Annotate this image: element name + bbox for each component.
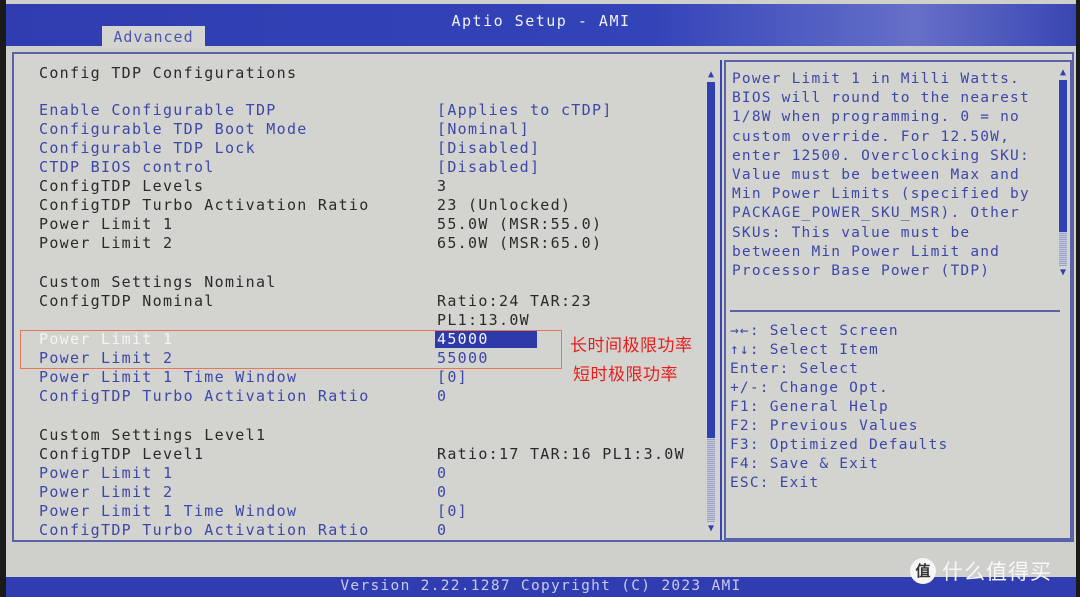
help-line: between Min Power Limit and (732, 243, 1001, 260)
scrollbar-track[interactable] (1059, 232, 1067, 266)
setting-value: 0 (437, 387, 448, 405)
scroll-down-icon[interactable]: ▼ (1058, 268, 1068, 278)
key-legend-item: +/-: Change Opt. (730, 380, 889, 396)
help-line: enter 12500. Overclocking SKU: (732, 147, 1030, 164)
help-line: Min Power Limits (specified by (732, 186, 1030, 203)
help-line: custom override. For 12.50W, (732, 128, 1011, 145)
scroll-up-icon[interactable]: ▲ (1058, 68, 1068, 78)
key-legend: →←: Select Screen ↑↓: Select Item Enter: S… (730, 322, 948, 493)
title-bar: Aptio Setup - AMI Advanced (6, 4, 1076, 48)
help-panel: Power Limit 1 in Milli Watts. BIOS will r… (724, 60, 1072, 540)
setting-value: [Disabled] (437, 158, 541, 176)
help-line: BIOS will round to the nearest (732, 90, 1030, 107)
help-scrollbar[interactable]: ▲ ▼ (1058, 68, 1068, 278)
setting-value: [Applies to cTDP] (437, 101, 613, 119)
help-line: PACKAGE_POWER_SKU_MSR). Other (732, 205, 1020, 222)
settings-scrollbar[interactable]: ▲ ▼ (706, 70, 716, 534)
scroll-down-icon[interactable]: ▼ (706, 524, 716, 534)
setting-value: 0 (437, 521, 448, 539)
setting-value: [0] (437, 368, 468, 386)
help-line: SKUs: This value must be (732, 224, 971, 241)
setting-value: 0 (437, 464, 448, 482)
key-legend-item: ↑↓: Select Item (730, 342, 879, 358)
key-legend-item: F2: Previous Values (730, 418, 919, 434)
help-separator (730, 310, 1060, 312)
key-legend-item: F1: General Help (730, 399, 889, 415)
key-legend-item: F3: Optimized Defaults (730, 437, 949, 453)
tab-advanced[interactable]: Advanced (102, 26, 205, 48)
settings-panel: Config TDP Configurations Enable Configu… (39, 64, 716, 539)
bios-screen: Aptio Setup - AMI Advanced Config TDP Co… (6, 0, 1076, 597)
main-frame: Config TDP Configurations Enable Configu… (12, 52, 1074, 542)
watermark: 值 什么值得买 (910, 556, 1052, 586)
help-line: Value must be between Max and (732, 167, 1020, 184)
help-line: Power Limit 1 in Milli Watts. (732, 71, 1020, 87)
scrollbar-thumb[interactable] (1059, 80, 1067, 232)
scrollbar-track[interactable] (707, 438, 715, 522)
annotation-pl2-note: 短时极限功率 (573, 365, 678, 385)
watermark-text: 什么值得买 (942, 560, 1052, 584)
key-legend-item: ESC: Exit (730, 475, 820, 491)
setting-value: [Disabled] (437, 139, 541, 157)
help-line: Processor Base Power (TDP) (732, 263, 991, 280)
panel-divider (720, 60, 722, 540)
scrollbar-thumb[interactable] (707, 82, 715, 438)
annotation-highlight-box (20, 330, 562, 369)
help-text: Power Limit 1 in Milli Watts. BIOS will r… (732, 70, 1030, 281)
scroll-up-icon[interactable]: ▲ (706, 70, 716, 80)
key-legend-item: Enter: Select (730, 361, 860, 377)
key-legend-item: F4: Save & Exit (730, 456, 879, 472)
setting-value: [0] (437, 502, 468, 520)
watermark-logo-icon: 值 (910, 558, 936, 584)
setting-value: [Nominal] (437, 120, 530, 138)
key-legend-item: →←: Select Screen (730, 323, 899, 339)
setting-value: 0 (437, 483, 448, 501)
annotation-pl1-note: 长时间极限功率 (570, 336, 693, 356)
help-line: 1/8W when programming. 0 = no (732, 109, 1020, 126)
